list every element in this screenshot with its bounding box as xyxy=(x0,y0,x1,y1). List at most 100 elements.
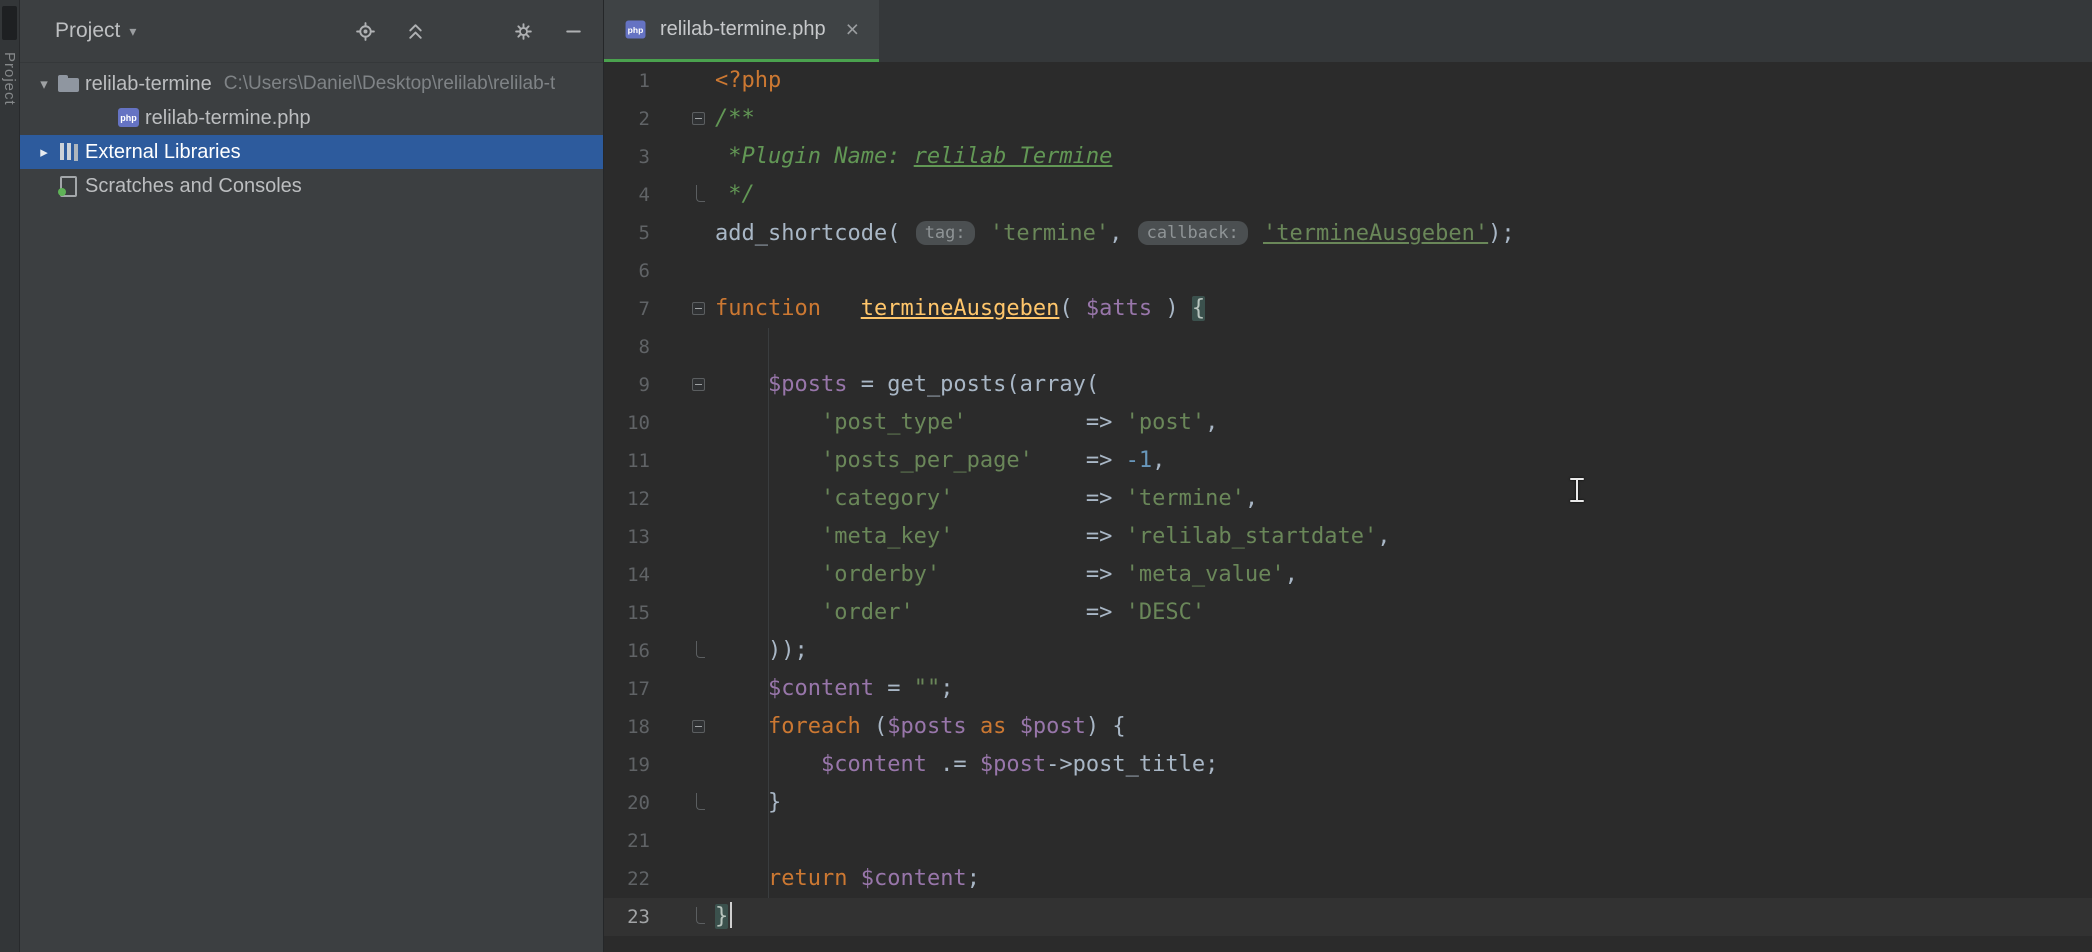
code-line[interactable]: 5 add_shortcode( tag: 'termine', callback… xyxy=(604,214,2092,252)
line-number[interactable]: 11 xyxy=(604,442,650,480)
code-line[interactable]: 1 <?php xyxy=(604,62,2092,100)
tree-item-scratches-and-consoles[interactable]: Scratches and Consoles xyxy=(19,169,603,203)
code-line[interactable]: 15 'order' => 'DESC' xyxy=(604,594,2092,632)
fold-start-icon[interactable] xyxy=(692,112,705,125)
code-line[interactable]: 16 )); xyxy=(604,632,2092,670)
code-line[interactable]: 19 $content .= $post->post_title; xyxy=(604,746,2092,784)
line-number[interactable]: 5 xyxy=(604,214,650,252)
line-number[interactable]: 12 xyxy=(604,480,650,518)
tab-label: relilab-termine.php xyxy=(660,18,826,41)
chevron-right-icon[interactable]: ▸ xyxy=(31,143,57,161)
ide-window: Project Project ▾ ▾relilab-termineC:\Use… xyxy=(0,0,2092,952)
fold-end-icon[interactable] xyxy=(696,185,705,202)
code-text: return $content; xyxy=(715,866,980,891)
fold-end-icon[interactable] xyxy=(696,793,705,810)
code-editor[interactable]: 1 <?php 2 /** 3 *Plugin Name: relilab Termin… xyxy=(604,62,2092,952)
code-line[interactable]: 6 xyxy=(604,252,2092,290)
code-text: *Plugin Name: relilab Termine xyxy=(715,144,1112,169)
line-number[interactable]: 21 xyxy=(604,822,650,860)
line-number[interactable]: 9 xyxy=(604,366,650,404)
code-line[interactable]: 20 } xyxy=(604,784,2092,822)
code-line[interactable]: 18 foreach ($posts as $post) { xyxy=(604,708,2092,746)
php-file-icon xyxy=(625,19,648,40)
code-line[interactable]: 10 'post_type' => 'post', xyxy=(604,404,2092,442)
code-line[interactable]: 17 $content = ""; xyxy=(604,670,2092,708)
line-number[interactable]: 3 xyxy=(604,138,650,176)
code-line[interactable]: 8 xyxy=(604,328,2092,366)
tab-relilab-termine-php[interactable]: relilab-termine.php × xyxy=(604,0,879,62)
code-text: 'order' => 'DESC' xyxy=(715,600,1205,625)
tool-window-strip: Project xyxy=(0,0,20,952)
settings-gear-icon[interactable] xyxy=(511,19,535,43)
fold-start-icon[interactable] xyxy=(692,720,705,733)
folder-icon xyxy=(57,73,81,95)
line-number[interactable]: 17 xyxy=(604,670,650,708)
tree-item-label: Scratches and Consoles xyxy=(85,175,302,198)
code-line[interactable]: 4 */ xyxy=(604,176,2092,214)
code-text: add_shortcode( tag: 'termine', callback:… xyxy=(715,221,1515,246)
code-text: 'orderby' => 'meta_value', xyxy=(715,562,1298,587)
code-text: 'posts_per_page' => -1, xyxy=(715,448,1165,473)
line-number[interactable]: 23 xyxy=(604,898,650,936)
code-line[interactable]: 9 $posts = get_posts(array( xyxy=(604,366,2092,404)
code-line[interactable]: 12 'category' => 'termine', xyxy=(604,480,2092,518)
code-line[interactable]: 21 xyxy=(604,822,2092,860)
hide-panel-icon[interactable] xyxy=(561,19,585,43)
fold-end-icon[interactable] xyxy=(696,907,705,924)
code-text: /** xyxy=(715,106,755,131)
code-text: $posts = get_posts(array( xyxy=(715,372,1099,397)
chevron-down-icon[interactable]: ▾ xyxy=(31,75,57,93)
tree-item-relilab-termine[interactable]: ▾relilab-termineC:\Users\Daniel\Desktop\… xyxy=(19,67,603,101)
line-number[interactable]: 16 xyxy=(604,632,650,670)
code-line[interactable]: 13 'meta_key' => 'relilab_startdate', xyxy=(604,518,2092,556)
line-number[interactable]: 22 xyxy=(604,860,650,898)
line-number[interactable]: 6 xyxy=(604,252,650,290)
line-number[interactable]: 2 xyxy=(604,100,650,138)
close-icon[interactable]: × xyxy=(846,18,859,41)
project-panel-header: Project ▾ xyxy=(19,0,603,63)
fold-start-icon[interactable] xyxy=(692,302,705,315)
line-number[interactable]: 14 xyxy=(604,556,650,594)
code-line[interactable]: 11 'posts_per_page' => -1, xyxy=(604,442,2092,480)
fold-end-icon[interactable] xyxy=(696,641,705,658)
line-number[interactable]: 8 xyxy=(604,328,650,366)
collapse-all-icon[interactable] xyxy=(403,19,427,43)
tree-item-relilab-termine-php[interactable]: relilab-termine.php xyxy=(19,101,603,135)
tool-strip-label[interactable]: Project xyxy=(1,52,18,106)
code-text: 'post_type' => 'post', xyxy=(715,410,1218,435)
project-panel: Project ▾ ▾relilab-termineC:\Users\Danie… xyxy=(19,0,604,952)
code-text: 'meta_key' => 'relilab_startdate', xyxy=(715,524,1391,549)
locate-file-icon[interactable] xyxy=(353,19,377,43)
line-number[interactable]: 19 xyxy=(604,746,650,784)
line-number[interactable]: 15 xyxy=(604,594,650,632)
code-line[interactable]: 2 /** xyxy=(604,100,2092,138)
code-text: } xyxy=(715,790,781,815)
code-line[interactable]: 3 *Plugin Name: relilab Termine xyxy=(604,138,2092,176)
code-line[interactable]: 14 'orderby' => 'meta_value', xyxy=(604,556,2092,594)
chevron-down-icon[interactable]: ▾ xyxy=(129,23,136,40)
code-text: 'category' => 'termine', xyxy=(715,486,1258,511)
project-panel-title[interactable]: Project xyxy=(55,19,120,43)
code-line[interactable]: 7 function termineAusgeben( $atts ) { xyxy=(604,290,2092,328)
code-text: <?php xyxy=(715,68,781,93)
tool-window-button[interactable] xyxy=(2,6,17,40)
fold-start-icon[interactable] xyxy=(692,378,705,391)
tree-item-external-libraries[interactable]: ▸ External Libraries xyxy=(19,135,603,169)
code-text: function termineAusgeben( $atts ) { xyxy=(715,296,1205,321)
text-caret xyxy=(730,902,732,928)
code-line[interactable]: 23} xyxy=(604,898,2092,936)
panel-header-icons xyxy=(353,19,585,43)
line-number[interactable]: 18 xyxy=(604,708,650,746)
project-tree: ▾relilab-termineC:\Users\Daniel\Desktop\… xyxy=(19,63,603,203)
code-text: $content = ""; xyxy=(715,676,953,701)
line-number[interactable]: 13 xyxy=(604,518,650,556)
line-number[interactable]: 10 xyxy=(604,404,650,442)
code-text: )); xyxy=(715,638,808,663)
line-number[interactable]: 1 xyxy=(604,62,650,100)
code-line[interactable]: 22 return $content; xyxy=(604,860,2092,898)
line-number[interactable]: 7 xyxy=(604,290,650,328)
line-number[interactable]: 20 xyxy=(604,784,650,822)
line-number[interactable]: 4 xyxy=(604,176,650,214)
code-text: } xyxy=(715,904,732,929)
tree-item-label: External Libraries xyxy=(85,141,241,164)
